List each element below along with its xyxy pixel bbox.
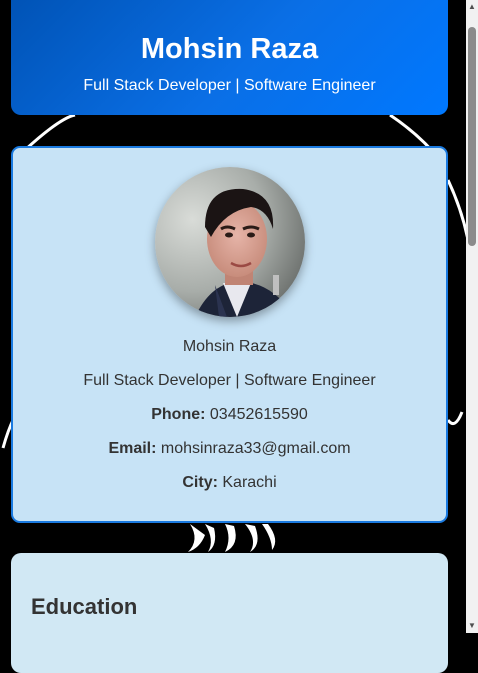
city-value: Karachi	[222, 474, 277, 491]
education-heading: Education	[31, 594, 138, 619]
profile-name: Mohsin Raza	[182, 338, 277, 355]
email-label: Email:	[108, 440, 157, 457]
scroll-up-arrow-icon[interactable]: ▲	[466, 0, 478, 14]
vertical-scrollbar[interactable]: ▲ ▼	[466, 0, 478, 633]
profile-email-row: Email: mohsinraza33@gmail.com	[13, 440, 446, 458]
scrollbar-thumb[interactable]	[468, 27, 476, 246]
profile-card: Mohsin Raza Full Stack Developer | Softw…	[11, 146, 448, 523]
email-value: mohsinraza33@gmail.com	[160, 440, 351, 457]
profile-photo-icon	[155, 167, 305, 317]
profile-title: Full Stack Developer | Software Engineer	[83, 372, 376, 389]
page-header: Mohsin Raza Full Stack Developer | Softw…	[11, 0, 448, 115]
header-name: Mohsin Raza	[140, 33, 319, 65]
city-label: City:	[182, 474, 218, 491]
phone-value: 03452615590	[209, 406, 308, 423]
profile-avatar	[155, 167, 305, 317]
education-card: Education	[11, 553, 448, 673]
page-content: Mohsin Raza Full Stack Developer | Softw…	[0, 0, 466, 673]
profile-city-row: City: Karachi	[13, 474, 446, 492]
scroll-down-arrow-icon[interactable]: ▼	[466, 619, 478, 633]
phone-label: Phone:	[151, 406, 206, 423]
profile-phone-row: Phone: 03452615590	[13, 406, 446, 424]
header-tagline: Full Stack Developer | Software Engineer	[83, 77, 376, 94]
